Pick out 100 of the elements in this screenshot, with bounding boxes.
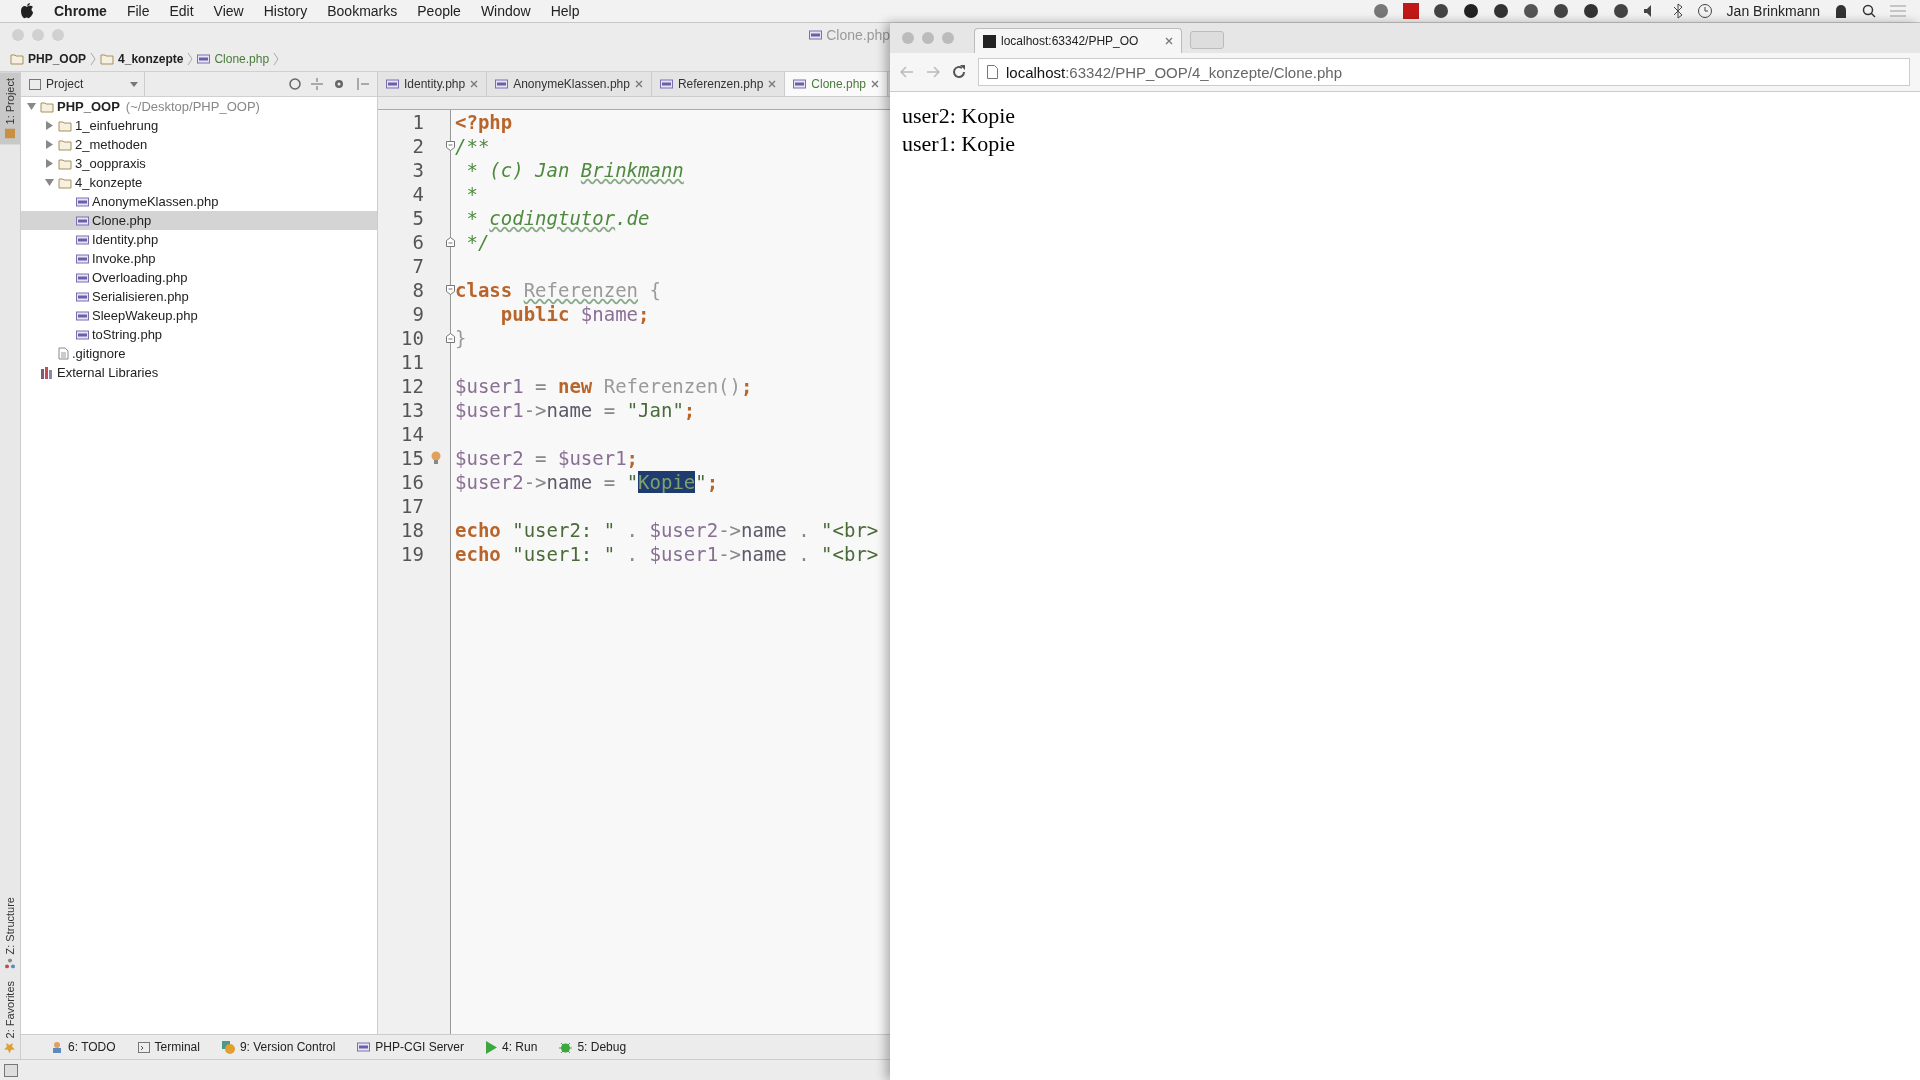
tool-window-button[interactable]: Terminal <box>137 1040 200 1054</box>
lightbulb-icon[interactable] <box>430 451 442 465</box>
project-view-icon <box>29 78 41 90</box>
page-output-line: user2: Kopie <box>902 102 1017 130</box>
status-icon[interactable] <box>4 1063 18 1077</box>
fold-marker-icon[interactable] <box>446 285 455 295</box>
tray-icon[interactable] <box>1552 3 1569 19</box>
php-file-icon <box>76 328 89 341</box>
line-number: 6 <box>411 231 424 253</box>
target-icon[interactable] <box>289 78 301 90</box>
tool-window-button[interactable]: 5: Debug <box>559 1040 627 1054</box>
tree-item[interactable]: External Libraries <box>21 363 377 382</box>
side-tab[interactable]: 1: Project <box>0 72 20 145</box>
fold-marker-icon[interactable] <box>446 237 455 247</box>
tool-window-button[interactable]: PHP-CGI Server <box>357 1040 464 1054</box>
tree-item[interactable]: AnonymeKlassen.php <box>21 192 377 211</box>
folder-icon <box>10 53 24 65</box>
text-file-icon <box>58 347 69 360</box>
user-name[interactable]: Jan Brinkmann <box>1726 3 1820 19</box>
menu-item[interactable]: Chrome <box>54 3 107 19</box>
bluetooth-icon[interactable] <box>1672 3 1683 19</box>
code-editor[interactable] <box>378 110 890 1034</box>
tray-icon[interactable] <box>1492 3 1509 19</box>
tree-item[interactable]: Overloading.php <box>21 268 377 287</box>
breadcrumb-item[interactable]: 4_konzepte <box>118 52 184 66</box>
tree-item[interactable]: Identity.php <box>21 230 377 249</box>
folder-icon <box>5 128 15 139</box>
expanded-arrow-icon[interactable] <box>44 178 54 187</box>
line-number: 13 <box>400 399 424 421</box>
tool-window-button[interactable]: 9: Version Control <box>221 1040 336 1054</box>
line-number: 19 <box>400 543 424 565</box>
folder-icon <box>40 100 54 113</box>
tray-icon[interactable] <box>1612 3 1629 19</box>
apple-icon[interactable] <box>20 3 34 19</box>
menu-item[interactable]: People <box>417 3 461 19</box>
lock-icon[interactable] <box>1834 3 1848 19</box>
menu-item[interactable]: View <box>213 3 244 19</box>
play-icon <box>486 1040 497 1054</box>
expanded-arrow-icon[interactable] <box>26 102 36 111</box>
search-icon[interactable] <box>1862 4 1876 18</box>
version-control-icon <box>221 1040 235 1054</box>
line-number: 12 <box>400 375 424 397</box>
menu-item[interactable]: History <box>263 3 308 19</box>
tree-item[interactable]: Invoke.php <box>21 249 377 268</box>
library-icon <box>40 366 54 379</box>
tree-item[interactable]: 4_konzepte <box>21 173 377 192</box>
editor-tab[interactable]: Clone.php <box>785 72 889 96</box>
fold-marker-icon[interactable] <box>446 333 455 343</box>
php-file-icon <box>659 78 673 90</box>
tray-icon[interactable] <box>1582 3 1599 19</box>
reload-icon[interactable] <box>952 65 966 79</box>
tree-item[interactable]: PHP_OOP (~/Desktop/PHP_OOP) <box>21 97 377 116</box>
tray-icon[interactable] <box>1522 3 1539 19</box>
tray-icon[interactable] <box>1432 3 1449 19</box>
chevron-icon <box>90 52 97 66</box>
tree-item-label: AnonymeKlassen.php <box>92 194 219 209</box>
menu-item[interactable]: Window <box>480 3 531 19</box>
close-icon[interactable] <box>1165 37 1173 45</box>
browser-tab[interactable]: localhost:63342/PHP_OO <box>974 28 1182 53</box>
tray-icon[interactable] <box>1462 3 1479 19</box>
tree-item[interactable]: Serialisieren.php <box>21 287 377 306</box>
code-line: public $name; <box>499 303 650 325</box>
tree-item[interactable]: toString.php <box>21 325 377 344</box>
tree-item[interactable]: .gitignore <box>21 344 377 363</box>
menu-item[interactable]: File <box>126 3 150 19</box>
close-icon[interactable] <box>871 80 880 88</box>
favicon-icon <box>983 34 996 48</box>
project-path: (~/Desktop/PHP_OOP) <box>125 99 260 114</box>
fold-marker-icon[interactable] <box>446 141 455 151</box>
tree-item[interactable]: 2_methoden <box>21 135 377 154</box>
view-selector[interactable]: Project <box>29 72 145 96</box>
breadcrumb-item[interactable]: Clone.php <box>214 52 270 66</box>
breadcrumb-item[interactable]: PHP_OOP <box>28 52 87 66</box>
tool-window-button[interactable]: 6: TODO <box>51 1040 116 1054</box>
side-tab[interactable]: 2: Favorites <box>0 974 20 1059</box>
line-number: 15 <box>400 447 424 469</box>
menu-item[interactable]: Help <box>550 3 580 19</box>
php-file-icon <box>357 1041 371 1053</box>
folder-icon <box>58 119 72 132</box>
clock-icon[interactable] <box>1696 3 1713 19</box>
side-tab[interactable]: Z: Structure <box>0 891 20 975</box>
tree-item-label: .gitignore <box>72 346 126 361</box>
menu-item[interactable]: Edit <box>169 3 194 19</box>
tray-icon[interactable] <box>1402 3 1419 19</box>
tree-item[interactable]: Clone.php <box>21 211 377 230</box>
page-output-line: user1: Kopie <box>902 130 1017 158</box>
dropdown-icon <box>130 81 138 87</box>
line-number: 10 <box>400 327 424 349</box>
code-line: $user2 = $user1; <box>455 447 639 469</box>
chevron-icon <box>273 52 280 66</box>
tree-item[interactable]: 3_ooppraxis <box>21 154 377 173</box>
menu-item[interactable]: Bookmarks <box>327 3 398 19</box>
close-icon[interactable] <box>470 80 479 88</box>
close-icon[interactable] <box>634 80 643 88</box>
close-icon[interactable] <box>768 80 777 88</box>
tree-item[interactable]: 1_einfuehrung <box>21 116 377 135</box>
line-number: 3 <box>411 159 424 181</box>
address-bar[interactable]: localhost:63342/PHP_OOP/4_konzepte/Clone.php <box>978 58 1910 86</box>
tool-window-button[interactable]: 4: Run <box>486 1040 538 1054</box>
tree-item[interactable]: SleepWakeup.php <box>21 306 377 325</box>
